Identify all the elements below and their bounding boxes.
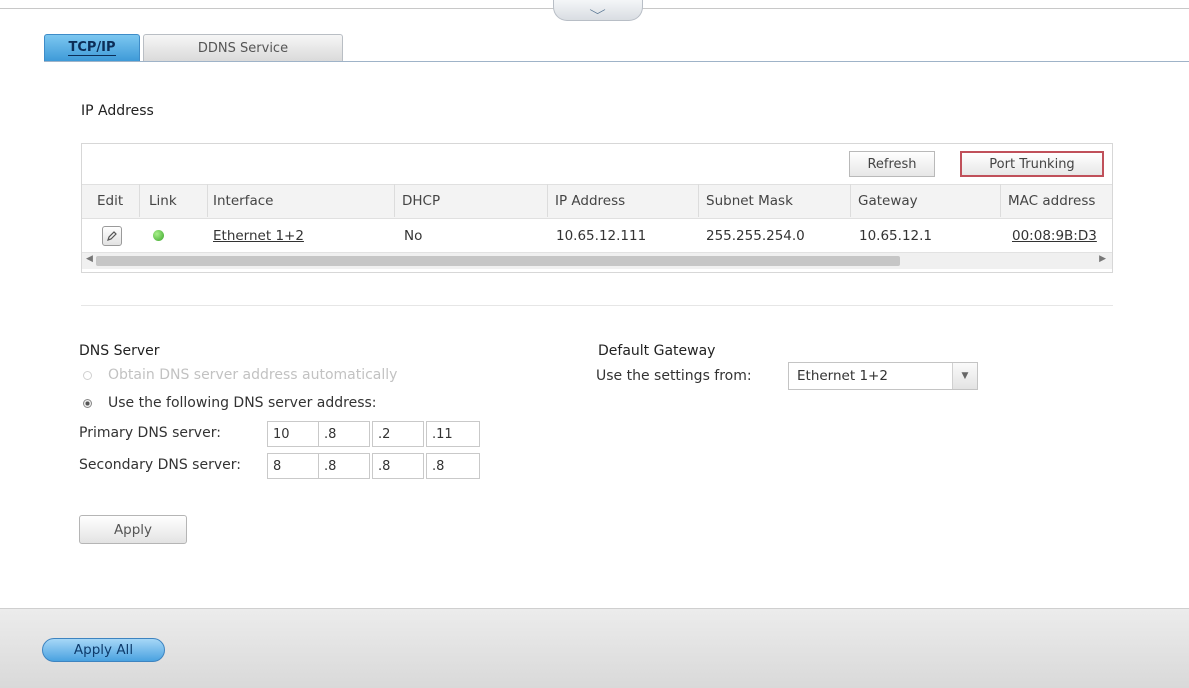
column-separator: [139, 184, 140, 217]
column-header-mac-address[interactable]: MAC address: [1008, 193, 1095, 209]
scroll-right-icon[interactable]: ▶: [1099, 254, 1106, 264]
column-header-gateway[interactable]: Gateway: [858, 193, 918, 209]
port-trunking-button[interactable]: Port Trunking: [960, 151, 1104, 177]
apply-button[interactable]: Apply: [79, 515, 187, 544]
chevron-down-icon: ⌵: [589, 3, 607, 17]
column-header-subnet-mask[interactable]: Subnet Mask: [706, 193, 793, 209]
secondary-dns-octet-3[interactable]: [372, 453, 424, 479]
tab-tcp-ip[interactable]: TCP/IP: [44, 34, 140, 61]
gateway-interface-select[interactable]: Ethernet 1+2 ▼: [788, 362, 978, 390]
collapse-handle[interactable]: ⌵: [553, 0, 643, 21]
gateway-cell: 10.65.12.1: [859, 228, 932, 244]
column-separator: [394, 184, 395, 217]
primary-dns-octet-1[interactable]: [267, 421, 319, 447]
scroll-left-icon[interactable]: ◀: [86, 254, 93, 264]
chevron-down-icon[interactable]: ▼: [952, 363, 977, 389]
dns-server-title: DNS Server: [79, 343, 160, 359]
secondary-dns-octet-2[interactable]: [318, 453, 370, 479]
column-header-edit[interactable]: Edit: [97, 193, 123, 209]
column-separator: [1000, 184, 1001, 217]
tab-ddns-service[interactable]: DDNS Service: [143, 34, 343, 61]
default-gateway-title: Default Gateway: [598, 343, 716, 359]
interface-link[interactable]: Ethernet 1+2: [213, 228, 304, 244]
subnet-mask-cell: 255.255.254.0: [706, 228, 805, 244]
secondary-dns-octet-1[interactable]: [267, 453, 319, 479]
secondary-dns-octet-4[interactable]: [426, 453, 480, 479]
ip-address-section-title: IP Address: [81, 103, 154, 119]
dns-auto-option[interactable]: Obtain DNS server address automatically: [83, 367, 397, 383]
secondary-dns-label: Secondary DNS server:: [79, 457, 241, 473]
ip-address-cell: 10.65.12.111: [556, 228, 647, 244]
column-separator: [207, 184, 208, 217]
column-separator: [850, 184, 851, 217]
footer-bar: [0, 608, 1189, 688]
column-header-ip-address[interactable]: IP Address: [555, 193, 625, 209]
link-status-icon: [153, 230, 164, 241]
column-separator: [547, 184, 548, 217]
apply-all-button[interactable]: Apply All: [42, 638, 165, 662]
dns-manual-option[interactable]: Use the following DNS server address:: [83, 395, 377, 411]
dns-auto-label: Obtain DNS server address automatically: [108, 367, 398, 383]
gateway-interface-value: Ethernet 1+2: [797, 368, 888, 384]
refresh-button[interactable]: Refresh: [849, 151, 935, 177]
column-header-link[interactable]: Link: [149, 193, 177, 209]
column-header-dhcp[interactable]: DHCP: [402, 193, 440, 209]
primary-dns-octet-3[interactable]: [372, 421, 424, 447]
section-divider: [81, 305, 1113, 306]
column-separator: [698, 184, 699, 217]
ip-address-grid: Refresh Port Trunking Edit Link Interfac…: [81, 143, 1113, 273]
primary-dns-label: Primary DNS server:: [79, 425, 221, 441]
column-header-interface[interactable]: Interface: [213, 193, 273, 209]
primary-dns-octet-2[interactable]: [318, 421, 370, 447]
dns-manual-label: Use the following DNS server address:: [108, 395, 377, 411]
use-settings-label: Use the settings from:: [596, 368, 752, 384]
horizontal-scrollbar[interactable]: ◀ ▶: [82, 252, 1112, 269]
mac-address-link[interactable]: 00:08:9B:D3: [1012, 228, 1097, 244]
tab-underline: [44, 61, 1189, 62]
scrollbar-thumb[interactable]: [96, 256, 900, 266]
dhcp-cell: No: [404, 228, 423, 244]
grid-header: Edit Link Interface DHCP IP Address Subn…: [82, 184, 1112, 219]
primary-dns-octet-4[interactable]: [426, 421, 480, 447]
radio-auto[interactable]: [83, 370, 92, 380]
edit-icon[interactable]: [102, 226, 122, 246]
radio-manual[interactable]: [83, 398, 92, 408]
